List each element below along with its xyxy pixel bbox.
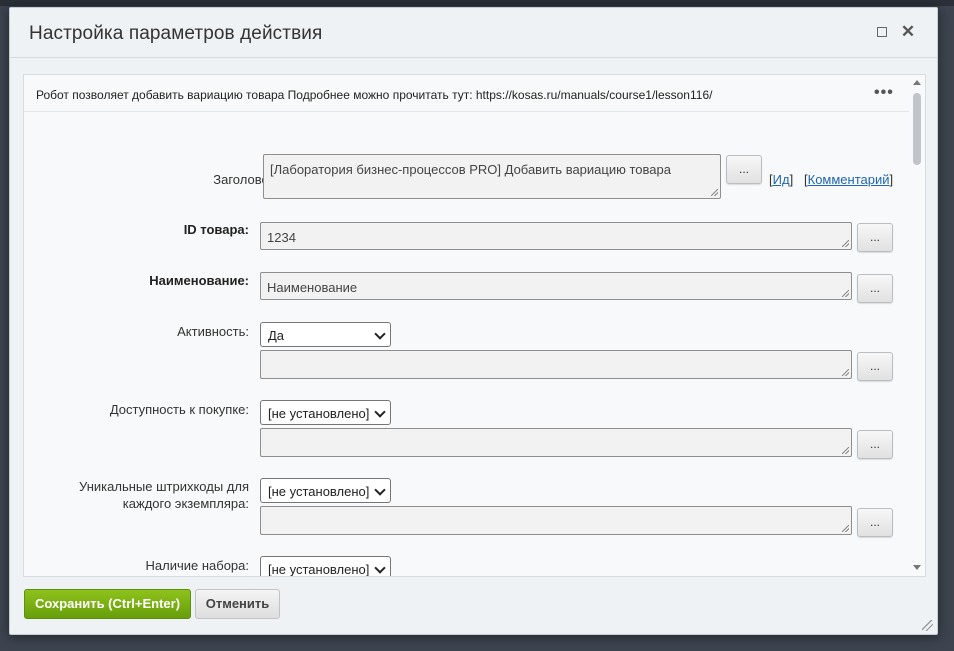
title-label: Заголовок: bbox=[213, 172, 278, 187]
chevron-down-icon bbox=[374, 328, 386, 340]
maximize-icon[interactable] bbox=[872, 22, 892, 42]
title-input[interactable]: [Лаборатория бизнес-процессов PRO] Добав… bbox=[263, 154, 721, 199]
form-scrollbar[interactable] bbox=[910, 75, 924, 576]
active-label: Активность: bbox=[177, 324, 249, 339]
cancel-button[interactable]: Отменить bbox=[195, 589, 280, 619]
barcodes-select[interactable]: [не установлено] bbox=[260, 478, 391, 503]
dialog-header: Настройка параметров действия ✕ bbox=[10, 8, 937, 58]
barcodes-selected: [не установлено] bbox=[268, 484, 370, 499]
title-links: [Ид] [Комментарий] bbox=[769, 172, 894, 187]
active-select[interactable]: Да bbox=[260, 322, 391, 347]
purchase-input[interactable] bbox=[260, 428, 852, 457]
active-input[interactable] bbox=[260, 350, 852, 379]
settings-form: Робот позволяет добавить вариацию товара… bbox=[23, 74, 926, 577]
background-strip bbox=[0, 0, 954, 6]
id-link[interactable]: Ид bbox=[773, 172, 790, 187]
resize-grip-icon[interactable] bbox=[922, 620, 933, 631]
name-input[interactable]: Наименование bbox=[260, 272, 852, 300]
scroll-thumb[interactable] bbox=[913, 93, 921, 165]
barcodes-label: Уникальные штрихкоды для каждого экземпля… bbox=[79, 479, 249, 511]
chevron-down-icon bbox=[374, 484, 386, 496]
title-insert-button[interactable]: ... bbox=[726, 155, 762, 184]
more-dots-icon[interactable]: ••• bbox=[874, 84, 894, 102]
name-insert-button[interactable]: ... bbox=[857, 274, 893, 303]
chevron-down-icon bbox=[374, 562, 386, 574]
active-insert-button[interactable]: ... bbox=[857, 352, 893, 381]
action-settings-dialog: Настройка параметров действия ✕ Робот по… bbox=[9, 7, 938, 635]
scroll-up-arrow-icon[interactable] bbox=[913, 80, 921, 85]
chevron-down-icon bbox=[374, 406, 386, 418]
barcodes-input[interactable] bbox=[260, 506, 852, 535]
scroll-down-arrow-icon[interactable] bbox=[913, 565, 921, 570]
bundle-selected: [не установлено] bbox=[268, 562, 370, 577]
bundle-label: Наличие набора: bbox=[145, 558, 250, 573]
barcodes-insert-button[interactable]: ... bbox=[857, 508, 893, 537]
purchase-selected: [не установлено] bbox=[268, 406, 370, 421]
product-id-input[interactable]: 1234 bbox=[260, 222, 852, 250]
product-id-insert-button[interactable]: ... bbox=[857, 223, 893, 252]
purchase-label: Доступность к покупке: bbox=[109, 402, 249, 417]
purchase-insert-button[interactable]: ... bbox=[857, 430, 893, 459]
resize-grip-icon[interactable] bbox=[711, 189, 718, 196]
bundle-select[interactable]: [не установлено] bbox=[260, 556, 391, 577]
robot-description: Робот позволяет добавить вариацию товара… bbox=[36, 88, 713, 102]
comment-link[interactable]: Комментарий bbox=[808, 172, 890, 187]
save-button[interactable]: Сохранить (Ctrl+Enter) bbox=[24, 589, 191, 619]
close-icon[interactable]: ✕ bbox=[898, 22, 918, 42]
name-label: Наименование: bbox=[149, 273, 249, 288]
name-value: Наименование bbox=[267, 280, 358, 295]
description-row: Робот позволяет добавить вариацию товара… bbox=[24, 75, 909, 112]
dialog-title: Настройка параметров действия bbox=[29, 23, 323, 44]
product-id-value: 1234 bbox=[267, 230, 296, 245]
product-id-label: ID товара: bbox=[183, 222, 249, 237]
active-selected: Да bbox=[268, 328, 285, 343]
purchase-select[interactable]: [не установлено] bbox=[260, 400, 391, 425]
